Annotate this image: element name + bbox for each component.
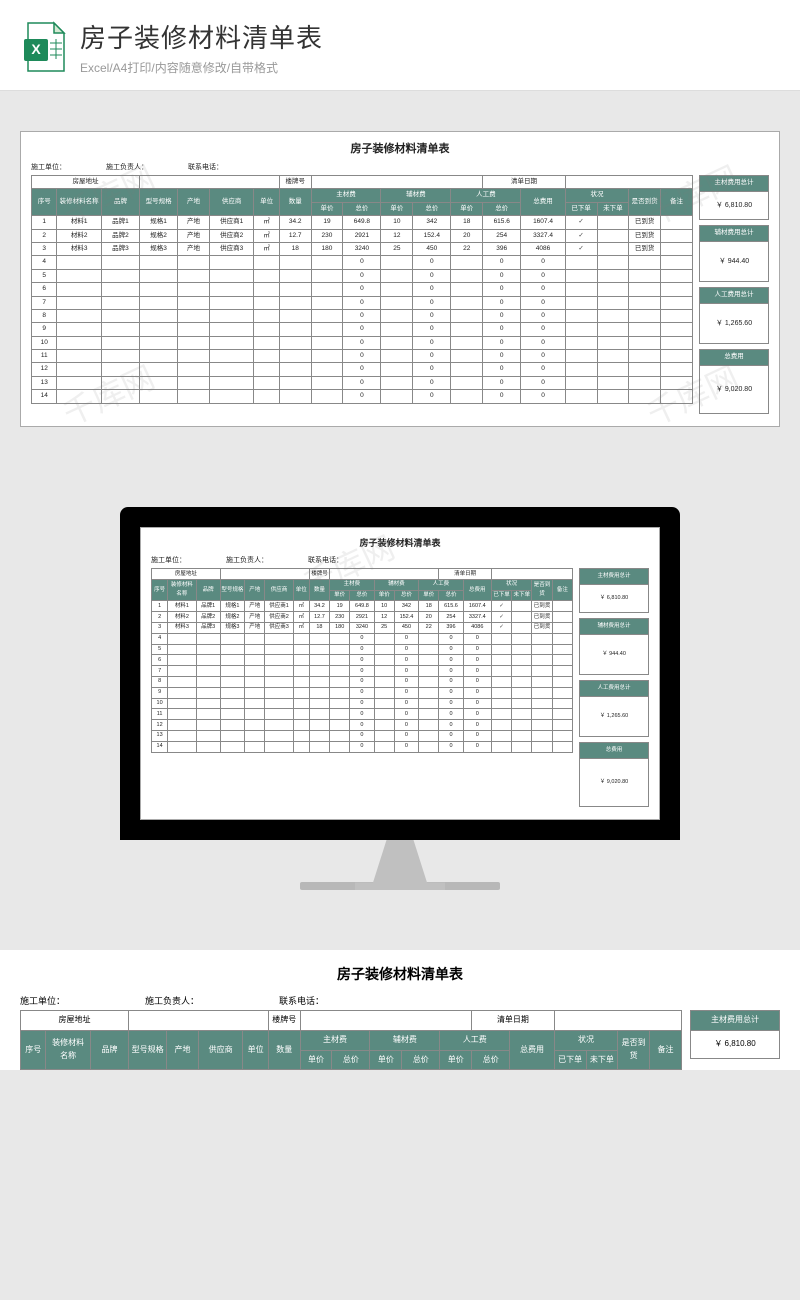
table-row: 120000 [152, 720, 573, 731]
table-row: 130000 [32, 376, 693, 389]
table-row: 60000 [32, 283, 693, 296]
spreadsheet: 房子装修材料清单表 施工单位：施工负责人：联系电话： 房屋地址楼牌号清单日期 序… [20, 131, 780, 427]
summary-aux-val: ￥ 944.40 [700, 242, 769, 282]
preview-panel-1: 千库网 千库网 千库网 千库网 千库网 房子装修材料清单表 施工单位：施工负责人… [0, 91, 800, 467]
table-row: 130000 [152, 730, 573, 741]
page-subtitle: Excel/A4打印/内容随意修改/自带格式 [80, 59, 778, 76]
table-row: 140000 [152, 741, 573, 752]
main-table-header: 房屋地址楼牌号清单日期 序号装修材料名称品牌型号规格产地供应商单位数量主材费辅材… [20, 1010, 682, 1070]
main-table: 房屋地址楼牌号清单日期 序号装修材料名称品牌型号规格产地供应商单位数量主材费辅材… [31, 175, 693, 404]
summary-main-val: ￥ 6,810.80 [580, 585, 649, 613]
preview-panel-3: 房子装修材料清单表 施工单位： 施工负责人： 联系电话： 房屋地址楼牌号清单日期… [0, 950, 800, 1070]
table-row: 60000 [152, 655, 573, 666]
summary-main-val: ￥ 6,810.80 [700, 192, 769, 220]
header-bar: X 房子装修材料清单表 Excel/A4打印/内容随意修改/自带格式 [0, 0, 800, 91]
table-row: 100000 [32, 336, 693, 349]
table-row: 110000 [32, 350, 693, 363]
table-row: 140000 [32, 390, 693, 403]
summary-total-val: ￥ 9,020.80 [700, 366, 769, 414]
sheet-title: 房子装修材料清单表 [151, 536, 649, 549]
table-row: 3材料3品牌3规格3产地供应商3㎡18180324025450223964086… [32, 242, 693, 255]
summary-total-label: 总费用 [700, 350, 769, 366]
info-construction-head: 施工负责人： [145, 994, 199, 1007]
monitor-preview: 房子装修材料清单表 施工单位：施工负责人：联系电话： 房屋地址楼牌号清单日期 序… [0, 467, 800, 950]
summary-aux-val: ￥ 944.40 [580, 635, 649, 675]
table-row: 90000 [152, 687, 573, 698]
table-row: 70000 [32, 296, 693, 309]
summary-labor-label: 人工费用总计 [700, 288, 769, 304]
sheet-title: 房子装修材料清单表 [31, 140, 769, 156]
table-row: 50000 [152, 644, 573, 655]
page-title: 房子装修材料清单表 [80, 18, 778, 55]
table-row: 40000 [152, 633, 573, 644]
summary-main-label: 主材费用总计 [700, 176, 769, 192]
summary-labor-label: 人工费用总计 [580, 681, 649, 697]
summary-aux-label: 辅材费用总计 [580, 619, 649, 635]
summary-labor-val: ￥ 1,265.60 [700, 304, 769, 344]
table-row: 90000 [32, 323, 693, 336]
svg-text:X: X [31, 41, 41, 57]
main-table: 房屋地址楼牌号清单日期 序号装修材料名称品牌型号规格产地供应商单位数量主材费辅材… [151, 568, 573, 753]
summary-table: 主材费用总计￥ 6,810.80 辅材费用总计￥ 944.40 人工费用总计￥ … [699, 175, 769, 414]
table-row: 120000 [32, 363, 693, 376]
spreadsheet: 房子装修材料清单表 施工单位：施工负责人：联系电话： 房屋地址楼牌号清单日期 序… [140, 527, 660, 820]
table-row: 50000 [32, 269, 693, 282]
table-row: 70000 [152, 666, 573, 677]
monitor-stand [355, 840, 445, 890]
summary-total-label: 总费用 [580, 743, 649, 759]
info-contact-phone: 联系电话： [279, 994, 324, 1007]
table-row: 2材料2品牌2规格2产地供应商2㎡12.7230292112152.420254… [152, 612, 573, 623]
table-row: 80000 [152, 676, 573, 687]
table-row: 100000 [152, 698, 573, 709]
table-row: 80000 [32, 309, 693, 322]
table-row: 2材料2品牌2规格2产地供应商2㎡12.7230292112152.420254… [32, 229, 693, 242]
info-construction-unit: 施工单位： [20, 994, 65, 1007]
summary-aux-label: 辅材费用总计 [700, 226, 769, 242]
summary-main-label: 主材费用总计 [580, 569, 649, 585]
summary-total-val: ￥ 9,020.80 [580, 759, 649, 807]
summary-labor-val: ￥ 1,265.60 [580, 697, 649, 737]
excel-icon: X [22, 21, 66, 73]
table-row: 3材料3品牌3规格3产地供应商3㎡18180324025450223964086… [152, 622, 573, 633]
sheet-title: 房子装修材料清单表 [20, 964, 780, 984]
table-row: 1材料1品牌1规格1产地供应商1㎡34.219649.81034218615.6… [152, 601, 573, 612]
monitor-screen: 房子装修材料清单表 施工单位：施工负责人：联系电话： 房屋地址楼牌号清单日期 序… [120, 507, 680, 840]
table-row: 1材料1品牌1规格1产地供应商1㎡34.219649.81034218615.6… [32, 216, 693, 229]
table-row: 40000 [32, 256, 693, 269]
summary-table: 主材费用总计￥ 6,810.80 辅材费用总计￥ 944.40 人工费用总计￥ … [579, 568, 649, 807]
table-row: 110000 [152, 709, 573, 720]
